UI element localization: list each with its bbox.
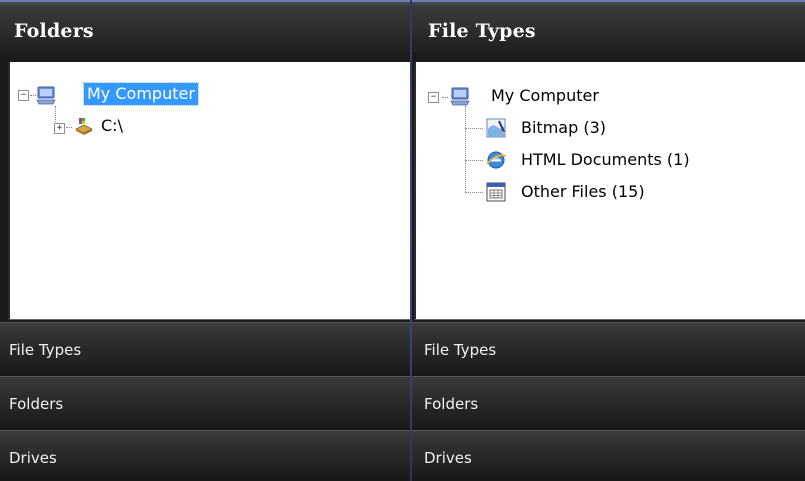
group-file-types-label: File Types: [424, 341, 497, 359]
html-document-icon: [485, 149, 507, 169]
folders-pane-title: Folders: [14, 20, 94, 42]
other-files-icon: [485, 181, 506, 202]
group-file-types[interactable]: File Types: [0, 322, 410, 376]
group-folders-label: Folders: [9, 395, 64, 413]
group-file-types[interactable]: File Types: [412, 322, 805, 376]
collapse-toggle-icon[interactable]: −: [18, 90, 29, 101]
tree-connector: [465, 192, 483, 193]
file-types-pane: File Types − My Computer Bitmap (3) HTML…: [412, 0, 805, 481]
tree-connector: [442, 97, 448, 98]
tree-node-c-drive[interactable]: C:\: [98, 115, 126, 137]
collapse-toggle-icon[interactable]: −: [428, 92, 439, 103]
folders-pane-header: Folders: [0, 0, 410, 52]
group-file-types-label: File Types: [9, 341, 82, 359]
expand-toggle-icon[interactable]: +: [54, 123, 65, 134]
file-types-pane-title: File Types: [428, 20, 536, 42]
group-drives-label: Drives: [9, 449, 57, 467]
file-types-pane-header: File Types: [412, 0, 805, 52]
file-types-tree[interactable]: − My Computer Bitmap (3) HTML Documents …: [414, 62, 805, 320]
tree-node-html-documents[interactable]: HTML Documents (1): [518, 149, 693, 171]
tree-connector: [465, 160, 483, 161]
group-folders-label: Folders: [424, 395, 479, 413]
tree-node-my-computer[interactable]: My Computer: [83, 82, 199, 106]
drive-icon: [72, 115, 93, 135]
tree-connector: [465, 128, 483, 129]
my-computer-icon: [35, 84, 56, 105]
folders-tree[interactable]: − My Computer + C:\: [8, 62, 410, 320]
tree-connector: [465, 106, 466, 192]
bitmap-icon: [485, 117, 506, 138]
group-folders[interactable]: Folders: [412, 376, 805, 430]
group-drives[interactable]: Drives: [0, 430, 410, 481]
tree-node-other-files[interactable]: Other Files (15): [518, 181, 648, 203]
group-drives-label: Drives: [424, 449, 472, 467]
group-drives[interactable]: Drives: [412, 430, 805, 481]
folders-pane: Folders − My Computer + C:\ File Types F…: [0, 0, 410, 481]
tree-node-my-computer[interactable]: My Computer: [488, 85, 602, 107]
my-computer-icon: [449, 85, 470, 106]
group-folders[interactable]: Folders: [0, 376, 410, 430]
tree-node-bitmap[interactable]: Bitmap (3): [518, 117, 609, 139]
